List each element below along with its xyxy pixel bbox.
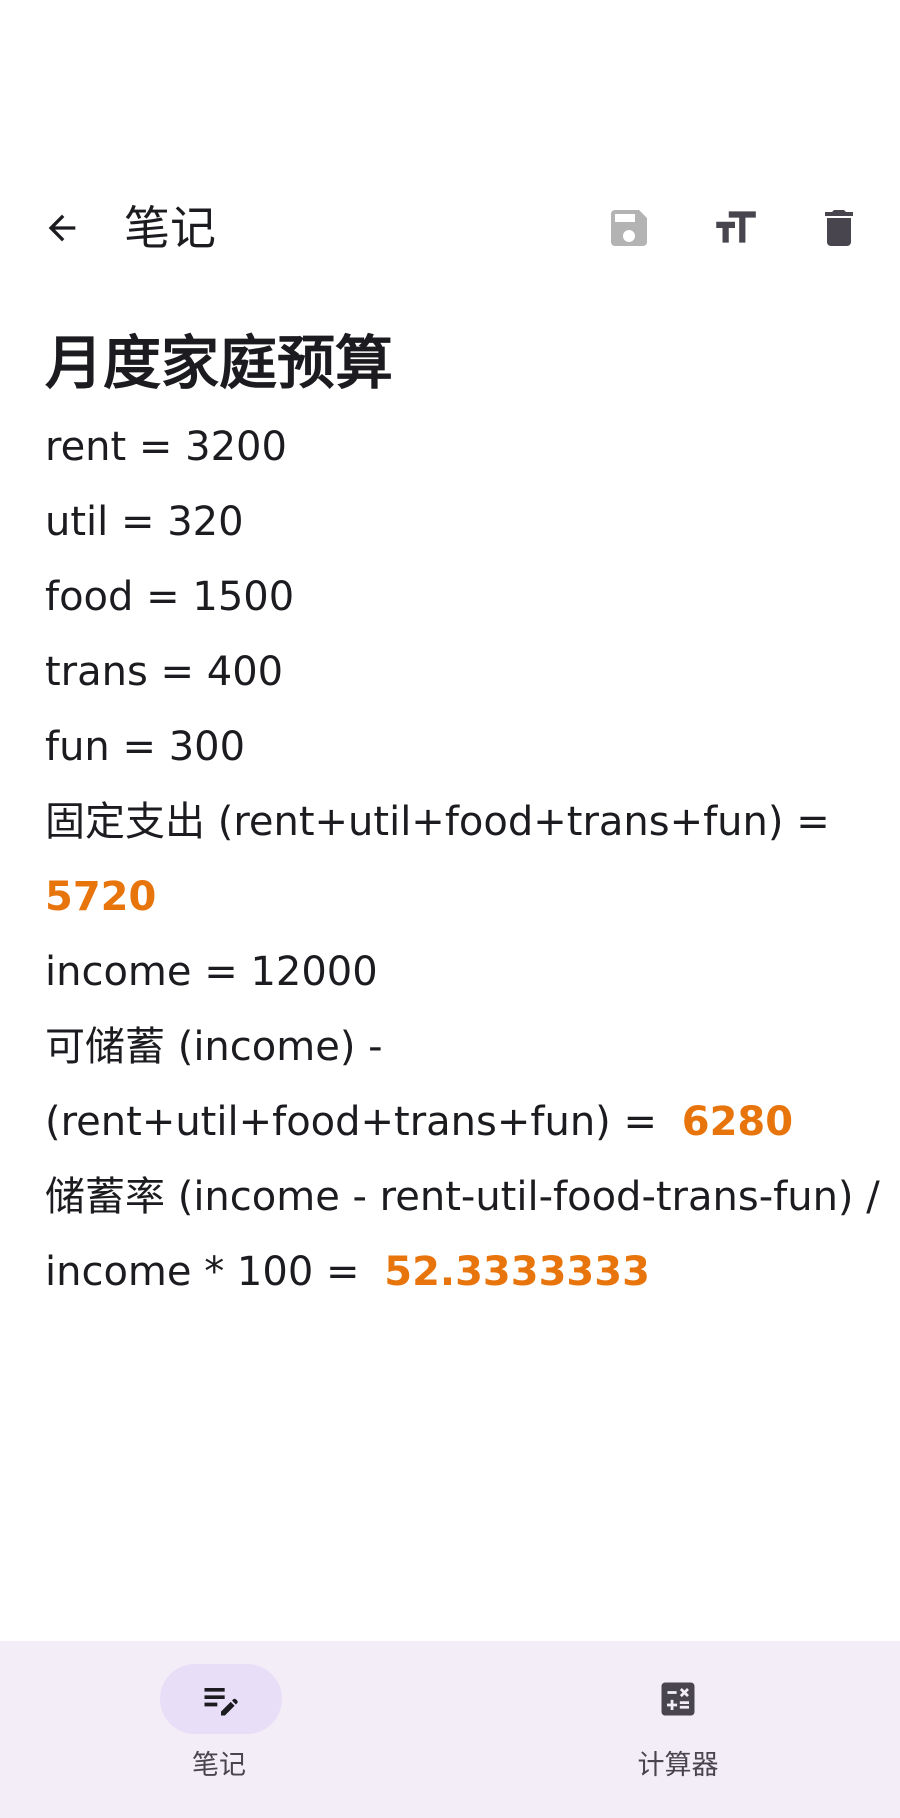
delete-button[interactable] xyxy=(809,198,869,258)
note-line-10[interactable]: (rent+util+food+trans+fun) = 6280 xyxy=(45,1085,865,1160)
nav-item-notes[interactable]: 笔记 xyxy=(0,1641,450,1818)
save-icon xyxy=(611,210,647,246)
note-line-7[interactable]: 5720 xyxy=(45,860,865,935)
page-title: 笔记 xyxy=(124,201,216,255)
computed-result: 6280 xyxy=(681,1099,794,1145)
bottom-navigation-bar: 笔记 计算器 xyxy=(0,1641,900,1818)
note-line-2[interactable]: util = 320 xyxy=(45,485,865,560)
computed-result: 5720 xyxy=(45,874,157,920)
computed-result: 52.3333333 xyxy=(384,1249,650,1295)
note-line-3[interactable]: food = 1500 xyxy=(45,560,865,635)
note-line-6[interactable]: 固定支出 (rent+util+food+trans+fun) = xyxy=(45,785,865,860)
note-line-9[interactable]: 可储蓄 (income) - xyxy=(45,1010,865,1085)
nav-label-notes: 笔记 xyxy=(192,1750,246,1781)
note-line-11[interactable]: 储蓄率 (income - rent-util-food-trans-fun) … xyxy=(45,1160,880,1235)
delete-icon xyxy=(825,210,853,246)
note-editor[interactable]: 月度家庭预算 rent = 3200 util = 320 food = 150… xyxy=(45,318,880,1310)
nav-label-calculator: 计算器 xyxy=(637,1750,719,1781)
text-size-icon xyxy=(716,211,756,243)
expression-text: income * 100 = xyxy=(45,1249,373,1295)
note-line-8[interactable]: income = 12000 xyxy=(45,935,865,1010)
back-button[interactable] xyxy=(36,202,88,254)
notes-app: 笔记 月度家庭预算 rent = 3200 util = 320 food = … xyxy=(0,0,900,1818)
note-line-5[interactable]: fun = 300 xyxy=(45,710,865,785)
note-title[interactable]: 月度家庭预算 xyxy=(45,318,865,408)
arrow-back-icon xyxy=(48,214,76,242)
text-size-button[interactable] xyxy=(705,198,765,258)
notes-edit-icon xyxy=(196,1674,246,1724)
top-app-bar: 笔记 xyxy=(0,170,900,286)
calculator-icon xyxy=(653,1674,703,1724)
note-line-1[interactable]: rent = 3200 xyxy=(45,410,865,485)
status-bar-area xyxy=(0,0,900,170)
expression-text: (rent+util+food+trans+fun) = xyxy=(45,1099,670,1145)
note-line-12[interactable]: income * 100 = 52.3333333 xyxy=(45,1235,865,1310)
nav-item-calculator[interactable]: 计算器 xyxy=(450,1641,900,1818)
save-button[interactable] xyxy=(599,198,659,258)
note-line-4[interactable]: trans = 400 xyxy=(45,635,865,710)
